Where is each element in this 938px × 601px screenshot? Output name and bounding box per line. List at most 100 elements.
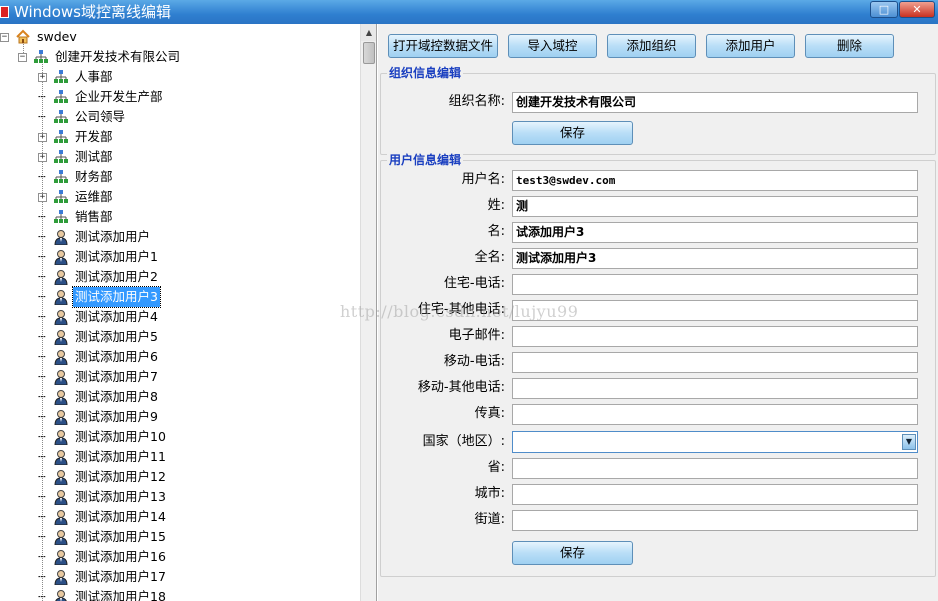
org-info-group: 组织信息编辑 — [380, 66, 936, 155]
user-field-input[interactable] — [512, 300, 918, 321]
user-icon — [53, 269, 69, 286]
tree-connector: ┄ — [38, 109, 46, 124]
scroll-thumb[interactable] — [363, 42, 375, 64]
user-field-input[interactable] — [512, 378, 918, 399]
user-icon — [53, 369, 69, 386]
user-section-title: 用户信息编辑 — [387, 153, 464, 167]
expand-icon[interactable]: + — [38, 72, 47, 82]
address-field-label: 城市: — [474, 486, 505, 501]
delete-button[interactable]: 删除 — [805, 34, 894, 58]
tree-user-label: 测试添加用户9 — [75, 409, 158, 424]
scroll-up-arrow-icon[interactable]: ▲ — [361, 24, 376, 41]
user-field-input[interactable] — [512, 352, 918, 373]
tree-user[interactable]: ┄ 测试添加用户3 — [38, 286, 161, 308]
tree-user[interactable]: ┄ 测试添加用户4 — [38, 307, 160, 327]
org-tree-panel[interactable]: − swdev − 创建开发技术有限公司 + 人事部 ┄ 企业开发生产部 ┄ 公司领导 + 开发部 + 测… — [0, 24, 377, 601]
maximize-button[interactable]: □ — [870, 1, 898, 18]
tree-user[interactable]: ┄ 测试添加用户12 — [38, 467, 168, 487]
chevron-down-icon[interactable]: ▼ — [902, 434, 916, 450]
address-field-input[interactable] — [512, 458, 918, 479]
tree-connector: ┄ — [38, 449, 46, 464]
org-unit-icon — [53, 209, 69, 225]
tree-department[interactable]: ┄ 销售部 — [38, 207, 115, 227]
tree-user[interactable]: ┄ 测试添加用户2 — [38, 267, 160, 287]
expand-icon[interactable]: + — [38, 152, 47, 162]
user-field-input[interactable]: 测 — [512, 196, 918, 217]
tree-user-label: 测试添加用户14 — [75, 509, 166, 524]
address-field-input[interactable] — [512, 510, 918, 531]
user-icon — [53, 309, 69, 326]
user-field-input[interactable] — [512, 404, 918, 425]
user-icon — [53, 449, 69, 466]
tree-user[interactable]: ┄ 测试添加用户1 — [38, 247, 160, 267]
tree-department[interactable]: ┄ 公司领导 — [38, 107, 127, 127]
country-select[interactable]: ▼ — [512, 431, 918, 453]
tree-connector: ┄ — [38, 389, 46, 404]
user-save-button[interactable]: 保存 — [512, 541, 633, 565]
tree-department[interactable]: + 开发部 — [38, 127, 115, 147]
user-icon — [53, 549, 69, 566]
tree-user[interactable]: ┄ 测试添加用户16 — [38, 547, 168, 567]
collapse-icon[interactable]: − — [0, 32, 9, 42]
tree-connector: ┄ — [38, 589, 46, 601]
tree-user[interactable]: ┄ 测试添加用户14 — [38, 507, 168, 527]
org-unit-icon — [53, 109, 69, 125]
import-domain-button[interactable]: 导入域控 — [508, 34, 597, 58]
tree-connector: ┄ — [38, 229, 46, 244]
user-icon — [53, 529, 69, 546]
add-org-button[interactable]: 添加组织 — [607, 34, 696, 58]
tree-user[interactable]: ┄ 测试添加用户5 — [38, 327, 160, 347]
user-field-input[interactable]: test3@swdev.com — [512, 170, 918, 191]
user-field-label: 住宅-其他电话: — [417, 302, 505, 317]
tree-user[interactable]: ┄ 测试添加用户10 — [38, 427, 168, 447]
org-unit-icon — [53, 189, 69, 205]
user-field-label: 移动-电话: — [443, 354, 505, 369]
expand-icon[interactable]: + — [38, 192, 47, 202]
org-name-input[interactable]: 创建开发技术有限公司 — [512, 92, 918, 113]
collapse-icon[interactable]: − — [18, 52, 27, 62]
user-field-input[interactable]: 测试添加用户3 — [512, 248, 918, 269]
window-title: Windows域控离线编辑 — [14, 3, 171, 21]
tree-connector: ┄ — [38, 469, 46, 484]
org-icon — [33, 49, 49, 65]
user-field-input[interactable]: 试添加用户3 — [512, 222, 918, 243]
user-icon — [53, 289, 69, 306]
tree-department[interactable]: + 人事部 — [38, 67, 115, 87]
tree-user-label: 测试添加用户 — [75, 229, 151, 244]
tree-user[interactable]: ┄ 测试添加用户18 — [38, 587, 168, 601]
tree-company[interactable]: − 创建开发技术有限公司 — [18, 47, 182, 67]
org-unit-icon — [53, 169, 69, 185]
expand-icon[interactable]: + — [38, 132, 47, 142]
add-user-button[interactable]: 添加用户 — [706, 34, 795, 58]
tree-department[interactable]: ┄ 财务部 — [38, 167, 115, 187]
user-field-input[interactable] — [512, 274, 918, 295]
close-button[interactable]: ✕ — [899, 1, 935, 18]
tree-department-label: 测试部 — [75, 149, 113, 164]
tree-department-label: 运维部 — [75, 189, 113, 204]
tree-user-label: 测试添加用户8 — [75, 389, 158, 404]
tree-user-label: 测试添加用户13 — [75, 489, 166, 504]
tree-user[interactable]: ┄ 测试添加用户7 — [38, 367, 160, 387]
tree-root[interactable]: − swdev — [0, 27, 79, 47]
tree-user[interactable]: ┄ 测试添加用户9 — [38, 407, 160, 427]
tree-department[interactable]: + 测试部 — [38, 147, 115, 167]
tree-user-label: 测试添加用户7 — [75, 369, 158, 384]
tree-user[interactable]: ┄ 测试添加用户13 — [38, 487, 168, 507]
tree-user[interactable]: ┄ 测试添加用户15 — [38, 527, 168, 547]
tree-user[interactable]: ┄ 测试添加用户 — [38, 227, 152, 247]
user-field-label: 全名: — [474, 250, 505, 265]
tree-user[interactable]: ┄ 测试添加用户8 — [38, 387, 160, 407]
org-save-button[interactable]: 保存 — [512, 121, 633, 145]
tree-user[interactable]: ┄ 测试添加用户6 — [38, 347, 160, 367]
tree-user[interactable]: ┄ 测试添加用户17 — [38, 567, 168, 587]
tree-user-label: 测试添加用户11 — [75, 449, 166, 464]
tree-department[interactable]: + 运维部 — [38, 187, 115, 207]
tree-department[interactable]: ┄ 企业开发生产部 — [38, 87, 165, 107]
tree-user-label: 测试添加用户10 — [75, 429, 166, 444]
open-data-file-button[interactable]: 打开域控数据文件 — [388, 34, 498, 58]
org-unit-icon — [53, 89, 69, 105]
user-field-input[interactable] — [512, 326, 918, 347]
address-field-input[interactable] — [512, 484, 918, 505]
tree-scrollbar[interactable]: ▲ — [360, 24, 376, 601]
tree-user[interactable]: ┄ 测试添加用户11 — [38, 447, 168, 467]
